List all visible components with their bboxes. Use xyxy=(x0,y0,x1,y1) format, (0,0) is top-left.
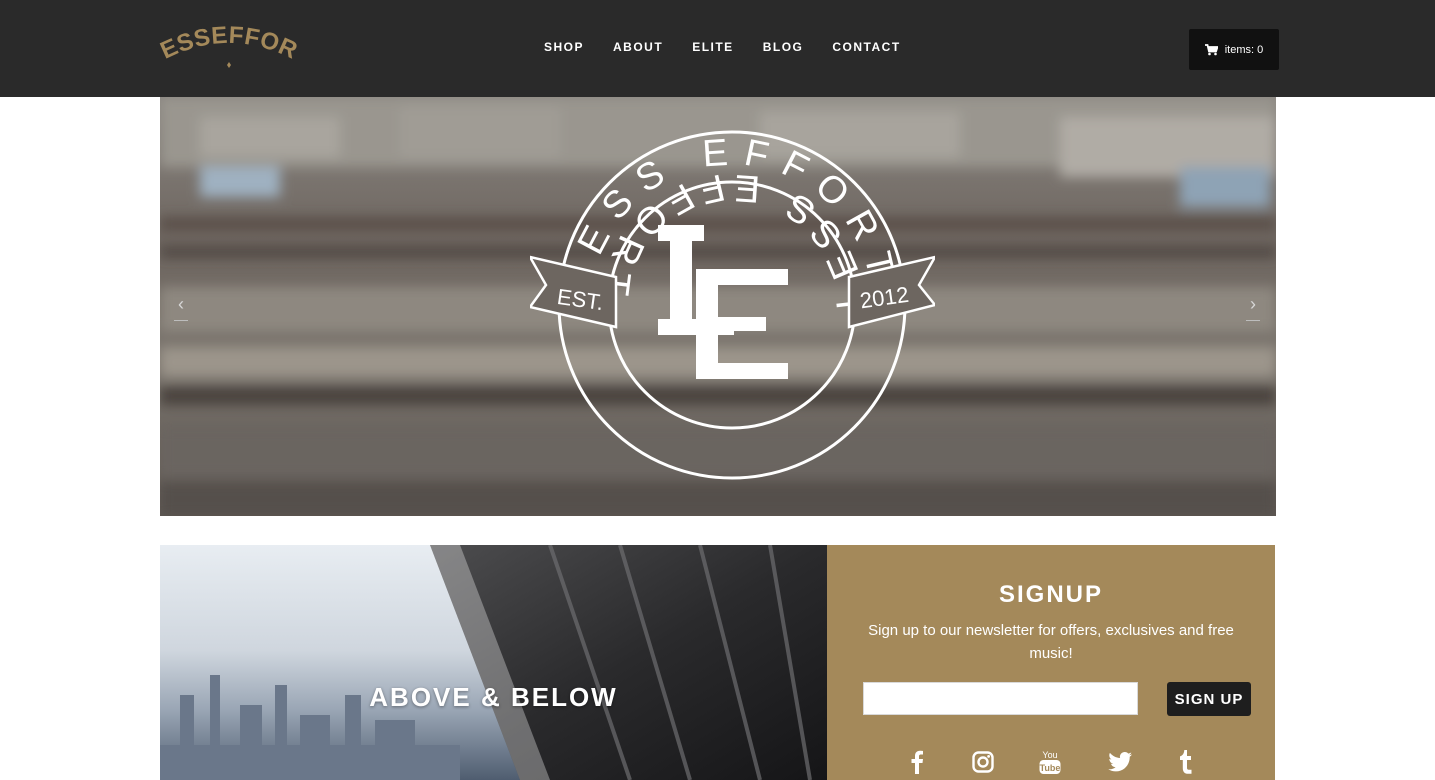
chevron-left-icon: ‹ xyxy=(178,294,184,314)
cart-button[interactable]: items: 0 xyxy=(1189,29,1279,70)
instagram-icon xyxy=(972,751,994,773)
slider-prev-button[interactable]: ‹ xyxy=(174,293,188,321)
twitter-link[interactable] xyxy=(1107,748,1133,776)
emblem-monogram xyxy=(658,225,788,379)
logo-text: LESSEFFORT xyxy=(148,1,301,65)
nav-contact[interactable]: CONTACT xyxy=(832,38,900,56)
slider-next-button[interactable]: › xyxy=(1246,293,1260,321)
youtube-icon: You Tube xyxy=(1039,750,1061,774)
promo-background-image xyxy=(160,545,827,780)
svg-text:Tube: Tube xyxy=(1040,763,1061,773)
facebook-icon xyxy=(911,750,923,774)
email-field[interactable] xyxy=(863,682,1138,715)
instagram-link[interactable] xyxy=(970,748,996,776)
promo-title: ABOVE & BELOW xyxy=(369,682,618,712)
facebook-link[interactable] xyxy=(906,748,928,776)
nav-shop[interactable]: SHOP xyxy=(544,38,584,56)
top-navigation-bar: LESSEFFORT SHOP ABOUT ELITE BLOG CONTACT… xyxy=(0,0,1435,97)
chevron-right-icon: › xyxy=(1250,294,1256,314)
svg-text:You: You xyxy=(1042,750,1057,760)
youtube-link[interactable]: You Tube xyxy=(1037,748,1063,776)
above-below-promo-tile[interactable]: ABOVE & BELOW xyxy=(160,545,827,780)
nav-elite[interactable]: ELITE xyxy=(692,38,734,56)
nav-about[interactable]: ABOUT xyxy=(613,38,663,56)
less-effort-emblem: LESS EFFORT LESS EFFORT EST. 2012 xyxy=(530,130,935,480)
tumblr-link[interactable] xyxy=(1175,748,1195,776)
sign-up-button[interactable]: SIGN UP xyxy=(1167,682,1251,716)
svg-text:LESSEFFORT: LESSEFFORT xyxy=(156,22,302,65)
cart-count-label: items: 0 xyxy=(1224,43,1264,56)
nav-blog[interactable]: BLOG xyxy=(763,38,804,56)
main-nav: SHOP ABOUT ELITE BLOG CONTACT xyxy=(544,38,930,56)
tumblr-icon xyxy=(1180,750,1192,774)
brand-logo[interactable]: LESSEFFORT xyxy=(148,1,302,72)
newsletter-signup-panel: SIGNUP Sign up to our newsletter for off… xyxy=(827,545,1275,780)
signup-description: Sign up to our newsletter for offers, ex… xyxy=(868,622,1234,662)
cart-icon xyxy=(1204,43,1218,55)
twitter-icon xyxy=(1108,752,1132,772)
hero-slider[interactable]: ‹ › LESS EFFORT LESS EFFORT EST. 2012 xyxy=(160,97,1276,516)
signup-title: SIGNUP xyxy=(998,581,1103,608)
